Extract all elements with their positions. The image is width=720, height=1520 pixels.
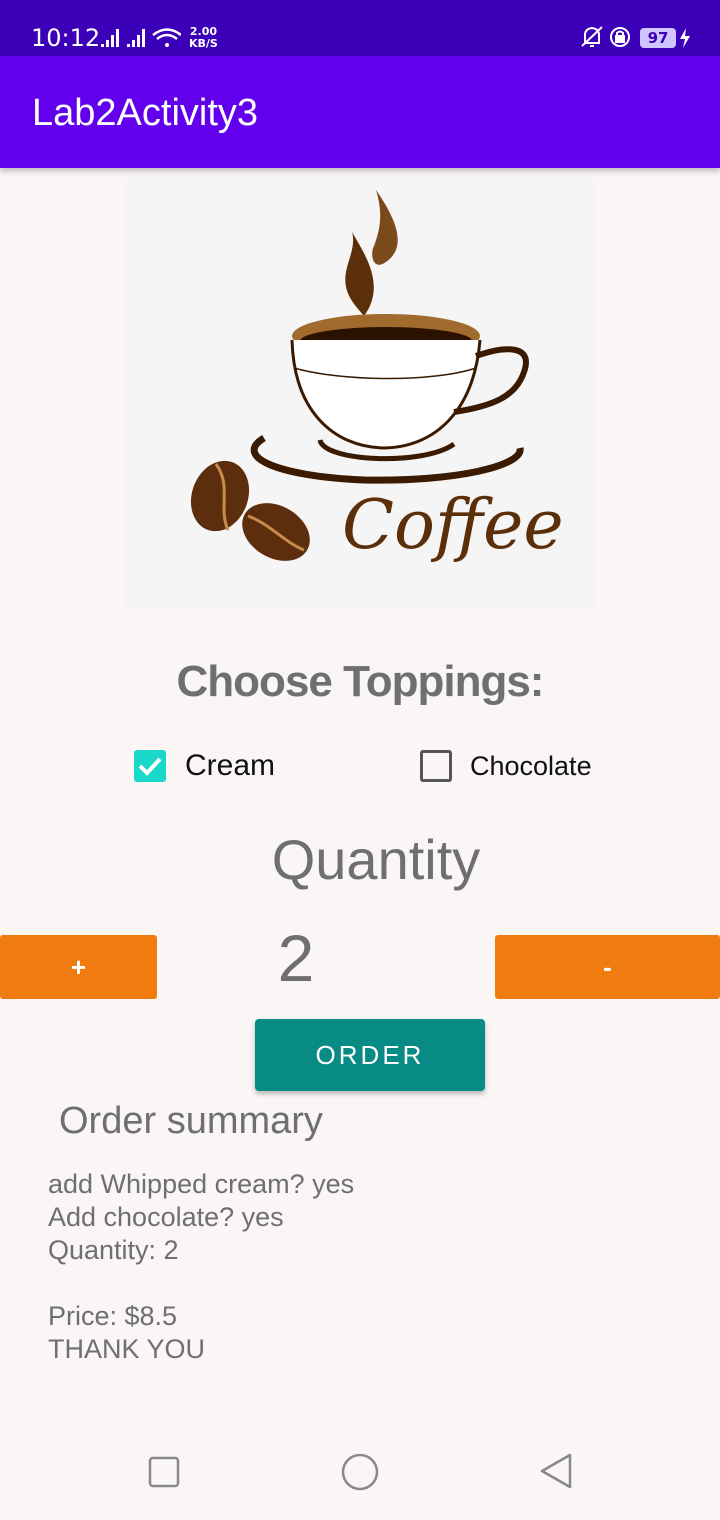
summary-line: Add chocolate? yes xyxy=(48,1202,284,1232)
app-title: Lab2Activity3 xyxy=(32,92,259,134)
toppings-heading: Choose Toppings: xyxy=(176,657,545,706)
status-bar: 10:12 2.00 KB/S 97 xyxy=(0,0,720,56)
summary-text: add Whipped cream? yes Add chocolate? ye… xyxy=(48,1168,354,1366)
home-circle-icon[interactable] xyxy=(340,1452,380,1492)
charging-icon xyxy=(680,28,690,48)
data-saver-icon xyxy=(610,27,630,47)
battery-icon: 97 xyxy=(640,28,676,48)
checkbox-unchecked-icon[interactable] xyxy=(420,750,452,782)
back-triangle-icon[interactable] xyxy=(538,1452,574,1490)
net-speed-unit: KB/S xyxy=(189,37,218,50)
checkbox-checked-icon[interactable] xyxy=(134,750,166,782)
mute-icon xyxy=(581,26,603,47)
status-icons xyxy=(581,26,630,47)
recents-square-icon[interactable] xyxy=(148,1456,180,1488)
order-button[interactable]: ORDER xyxy=(255,1019,485,1091)
signal-icon xyxy=(101,28,181,47)
summary-line: add Whipped cream? yes xyxy=(48,1169,355,1199)
navigation-bar xyxy=(0,1424,720,1520)
quantity-value: 2 xyxy=(277,921,315,995)
decrement-button[interactable]: - xyxy=(495,935,720,999)
cream-checkbox[interactable]: Cream xyxy=(134,744,275,788)
summary-line: Price: $8.5 xyxy=(48,1301,178,1331)
summary-line: Quantity: 2 xyxy=(48,1235,179,1265)
coffee-logo-text: Coffee xyxy=(342,486,564,565)
cream-label: Cream xyxy=(185,749,276,782)
net-speed: 2.00 KB/S xyxy=(189,26,218,50)
coffee-image: Coffee xyxy=(124,176,596,608)
checkmark-icon xyxy=(138,757,162,776)
increment-button[interactable]: + xyxy=(0,935,157,999)
summary-title: Order summary xyxy=(59,1100,323,1142)
status-time: 10:12 xyxy=(31,24,101,52)
app-bar: Lab2Activity3 xyxy=(0,56,720,168)
chocolate-checkbox[interactable]: Chocolate xyxy=(420,744,592,788)
wifi-icon xyxy=(152,28,181,47)
chocolate-label: Chocolate xyxy=(470,750,592,781)
summary-line xyxy=(48,1267,354,1300)
quantity-title: Quantity xyxy=(271,828,481,891)
summary-line: THANK YOU xyxy=(48,1334,206,1364)
